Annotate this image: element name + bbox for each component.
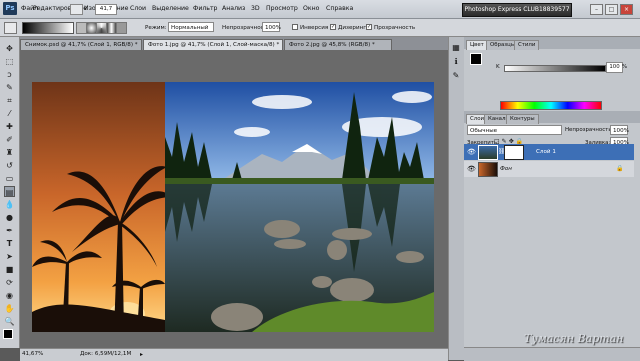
close-button[interactable]: × <box>620 4 633 15</box>
mode-label: Режим: <box>145 25 167 31</box>
inverse-checkbox[interactable] <box>292 24 298 30</box>
transparency-checkbox[interactable]: ✓ <box>366 24 372 30</box>
menu-layers[interactable]: Слои <box>130 5 146 12</box>
menu-3d[interactable]: 3D <box>251 5 260 12</box>
canvas-image[interactable] <box>32 82 434 332</box>
k-slider-label: K <box>496 64 500 70</box>
tab-styles[interactable]: Стили <box>514 40 540 50</box>
zoom-icon[interactable]: 🔍 <box>4 316 15 327</box>
options-bar: Режим: Нормальный Непрозрачность: 100% И… <box>0 19 640 37</box>
tab-snimok[interactable]: Снимок.psd @ 41,7% (Слой 1, RGB/8) * <box>20 39 142 50</box>
k-value-field[interactable]: 100 <box>606 62 623 73</box>
opacity-field[interactable]: 100% <box>262 22 281 32</box>
3d-rotate-icon[interactable]: ⟳ <box>4 277 15 288</box>
layer-thumbnail <box>478 162 498 177</box>
dither-checkbox[interactable]: ✓ <box>330 24 336 30</box>
status-zoom[interactable]: 41,67% <box>22 351 43 357</box>
eye-icon[interactable]: 👁 <box>467 148 476 156</box>
k-slider[interactable] <box>504 65 606 72</box>
dither-label: Дизеринг <box>338 25 367 31</box>
pen-icon[interactable]: ✒ <box>4 225 15 236</box>
eye-icon[interactable]: 👁 <box>467 165 476 173</box>
mode-select[interactable]: Нормальный <box>168 22 214 32</box>
move-icon[interactable]: ✥ <box>4 43 15 54</box>
blur-icon[interactable]: 💧 <box>4 199 15 210</box>
layer-opacity-label: Непрозрачность: <box>565 127 614 133</box>
stamp-icon[interactable]: ♜ <box>4 147 15 158</box>
menu-filter[interactable]: Фильтр <box>193 5 217 12</box>
layer-row-sloi1[interactable]: 👁 ⛓ Слой 1 <box>464 144 634 160</box>
hand-icon[interactable]: ✋ <box>4 303 15 314</box>
tab-foto-2[interactable]: Фото 2.jpg @ 45,8% (RGB/8) * <box>284 39 392 50</box>
status-arrow-icon[interactable]: ▸ <box>140 351 143 358</box>
history-brush-icon[interactable]: ↺ <box>4 160 15 171</box>
photoshop-logo: Ps <box>3 2 17 15</box>
foreground-color-swatch[interactable] <box>3 329 13 339</box>
zoom-level-field[interactable]: 41,7 <box>95 4 117 15</box>
shape-icon[interactable]: ■ <box>4 264 15 275</box>
minimize-button[interactable]: – <box>590 4 603 15</box>
type-icon[interactable]: T <box>4 238 15 249</box>
history-panel-icon[interactable]: ▦ <box>451 43 461 53</box>
menu-select[interactable]: Выделение <box>152 5 189 12</box>
gradient-icon[interactable]: ▤ <box>4 186 15 197</box>
lock-icon: 🔒 <box>616 165 624 172</box>
gradient-preview[interactable] <box>22 22 74 34</box>
watermark: Тумасян Вартан <box>524 332 624 345</box>
brush-icon[interactable]: ✐ <box>4 134 15 145</box>
info-panel-icon[interactable]: ℹ <box>451 57 461 67</box>
workspace-title[interactable]: Photoshop Express CLUB18839577 <box>462 3 572 17</box>
eyedropper-icon[interactable]: ⁄ <box>4 108 15 119</box>
blend-mode-select[interactable]: Обычные <box>467 125 562 135</box>
layer-mask-thumbnail[interactable] <box>504 145 524 160</box>
bridge-button[interactable] <box>70 4 83 15</box>
transparency-label: Прозрачность <box>374 25 416 31</box>
brushes-panel-icon[interactable]: ✎ <box>451 71 461 81</box>
tab-foto-1[interactable]: Фото 1.jpg @ 41,7% (Слой 1, Слой-маска/8… <box>143 39 283 50</box>
inverse-label: Инверсия <box>300 25 329 31</box>
layer-row-fon[interactable]: 👁 Фон 🔒 <box>464 161 634 177</box>
quick-select-icon[interactable]: ✎ <box>4 82 15 93</box>
k-value-unit: % <box>622 64 628 70</box>
menu-window[interactable]: Окно <box>303 5 319 12</box>
layer-opacity-field[interactable]: 100% <box>610 125 629 135</box>
panel-icons-strip: ▦ ℹ ✎ <box>448 37 465 360</box>
menu-view[interactable]: Просмотр <box>266 5 298 12</box>
layers-bottom-bar <box>464 347 640 361</box>
dodge-icon[interactable]: ● <box>4 212 15 223</box>
gradient-tool-preset-icon[interactable] <box>4 22 17 34</box>
healing-icon[interactable]: ✚ <box>4 121 15 132</box>
photo-composite <box>32 82 434 332</box>
color-spectrum-ramp[interactable] <box>500 101 602 110</box>
layer-name: Слой 1 <box>536 149 556 155</box>
crop-icon[interactable]: ⌗ <box>4 95 15 106</box>
layer-name: Фон <box>500 166 512 172</box>
maximize-button[interactable]: □ <box>605 4 618 15</box>
document-tabs: Снимок.psd @ 41,7% (Слой 1, RGB/8) * Фот… <box>20 37 448 50</box>
menu-help[interactable]: Справка <box>326 5 353 12</box>
menu-bar: Ps Файл Редактирование Изображение Слои … <box>0 0 640 19</box>
3d-camera-icon[interactable]: ◉ <box>4 290 15 301</box>
tab-color[interactable]: Цвет <box>466 40 488 50</box>
lasso-icon[interactable]: ↄ <box>4 69 15 80</box>
eraser-icon[interactable]: ▭ <box>4 173 15 184</box>
layer-thumbnail <box>478 145 498 160</box>
status-doc-size: Док: 6,59M/12,1M <box>80 351 132 357</box>
tab-paths[interactable]: Контуры <box>506 114 539 124</box>
tools-panel: ✥ ⬚ ↄ ✎ ⌗ ⁄ ✚ ✐ ♜ ↺ ▭ ▤ 💧 ● ✒ T ➤ ■ ⟳ ◉ … <box>0 37 20 348</box>
color-foreground-swatch[interactable] <box>470 53 482 65</box>
marquee-icon[interactable]: ⬚ <box>4 56 15 67</box>
path-select-icon[interactable]: ➤ <box>4 251 15 262</box>
status-bar: 41,67% Док: 6,59M/12,1M ▸ <box>20 348 448 361</box>
right-panels: Цвет Образцы Стили K 100 % Слои Каналы К… <box>464 37 640 361</box>
menu-analysis[interactable]: Анализ <box>222 5 245 12</box>
diamond-gradient-icon[interactable] <box>116 22 127 34</box>
